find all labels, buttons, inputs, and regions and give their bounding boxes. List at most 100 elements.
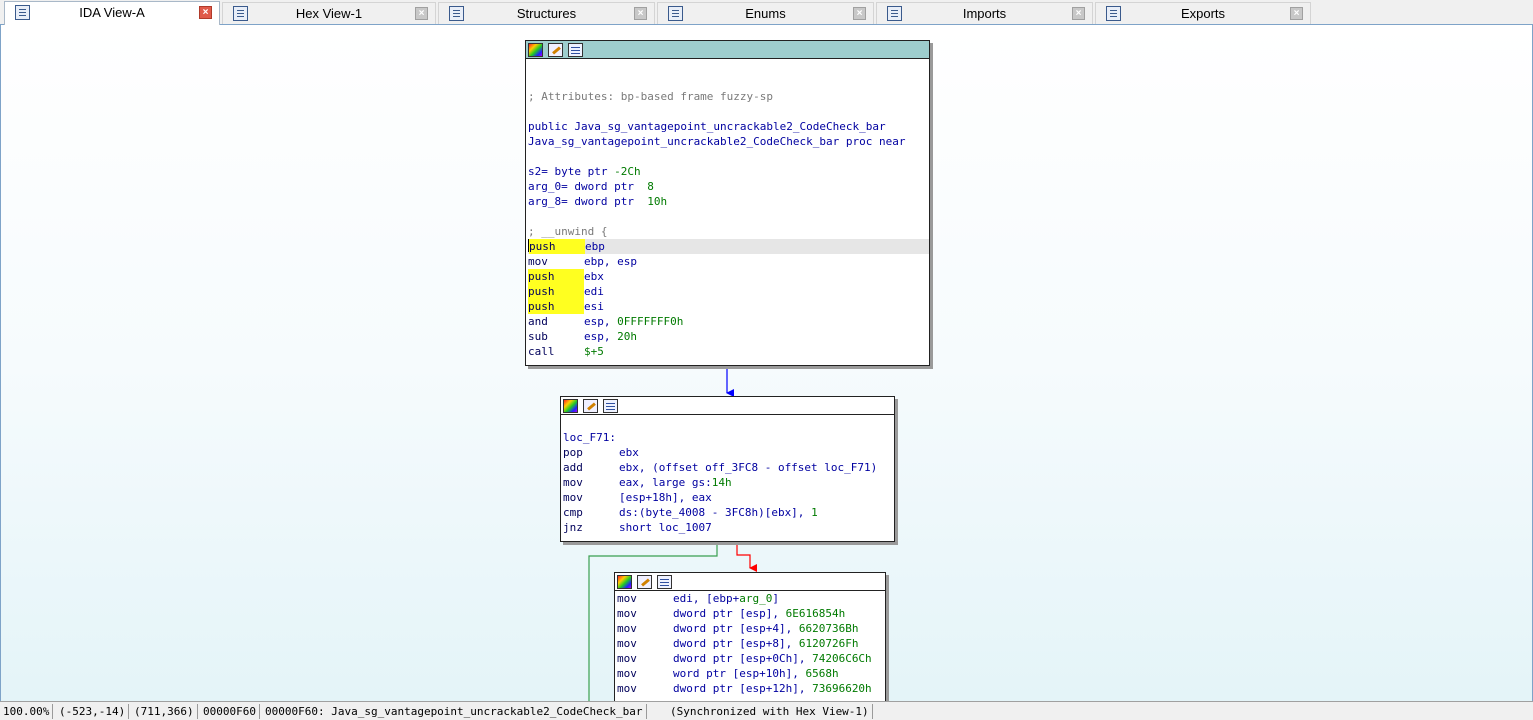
- var-def[interactable]: arg_8= dword ptr: [528, 195, 647, 208]
- operands[interactable]: ebx: [619, 446, 639, 459]
- operands[interactable]: ebx, (offset off_3FC8 - offset loc_F71): [619, 461, 877, 474]
- tab-hex-view-1[interactable]: Hex View-1 ×: [222, 2, 436, 24]
- disasm-line-selected[interactable]: push ebp: [528, 239, 929, 254]
- operands[interactable]: ds:(byte_4008 - 3FC8h)[ebx],: [619, 506, 811, 519]
- rename-pencil-icon[interactable]: [548, 43, 563, 57]
- disasm-line[interactable]: pop ebx: [563, 445, 894, 460]
- var-def[interactable]: s2= byte ptr: [528, 165, 614, 178]
- label-text[interactable]: Java_sg_vantagepoint_uncrackable2_CodeCh…: [528, 135, 906, 148]
- graph-node-function-entry[interactable]: ; Attributes: bp-based frame fuzzy-sp pu…: [525, 40, 930, 366]
- mnemonic[interactable]: push: [528, 299, 584, 314]
- disasm-line[interactable]: sub esp, 20h: [528, 329, 929, 344]
- disasm-line[interactable]: push esi: [528, 299, 929, 314]
- mnemonic[interactable]: mov: [617, 636, 673, 651]
- operands[interactable]: edi: [584, 285, 604, 298]
- color-palette-icon[interactable]: [617, 575, 632, 589]
- graph-list-icon[interactable]: [603, 399, 618, 413]
- tab-exports[interactable]: Exports ×: [1095, 2, 1311, 24]
- mnemonic[interactable]: sub: [528, 329, 584, 344]
- mnemonic[interactable]: mov: [617, 681, 673, 696]
- close-icon[interactable]: ×: [415, 7, 428, 20]
- operands[interactable]: ebp: [585, 240, 605, 253]
- graph-node-string-build[interactable]: mov edi, [ebp+arg_0] mov dword ptr [esp], …: [614, 572, 886, 701]
- disasm-line[interactable]: arg_0= dword ptr 8: [528, 179, 929, 194]
- mnemonic[interactable]: push: [528, 284, 584, 299]
- edge-block2-block3-taken[interactable]: [736, 542, 757, 572]
- disasm-line[interactable]: push edi: [528, 284, 929, 299]
- label-text[interactable]: loc_F71:: [563, 431, 616, 444]
- mnemonic[interactable]: cmp: [563, 505, 619, 520]
- close-icon[interactable]: ×: [1072, 7, 1085, 20]
- disasm-line[interactable]: mov word ptr [esp+10h], 6568h: [617, 666, 885, 681]
- tab-enums[interactable]: Enums ×: [657, 2, 874, 24]
- disasm-line[interactable]: mov [esp+18h], eax: [563, 490, 894, 505]
- disasm-line[interactable]: mov dword ptr [esp+4], 6620736Bh: [617, 621, 885, 636]
- disasm-line[interactable]: mov dword ptr [esp], 6E616854h: [617, 606, 885, 621]
- disasm-line[interactable]: call $+5: [528, 344, 929, 359]
- label-text[interactable]: public Java_sg_vantagepoint_uncrackable2…: [528, 120, 886, 133]
- disasm-line[interactable]: public Java_sg_vantagepoint_uncrackable2…: [528, 119, 929, 134]
- tab-structures[interactable]: Structures ×: [438, 2, 655, 24]
- close-icon[interactable]: ×: [199, 6, 212, 19]
- disasm-line[interactable]: mov dword ptr [esp+0Ch], 74206C6Ch: [617, 651, 885, 666]
- mnemonic[interactable]: push: [528, 269, 584, 284]
- operands[interactable]: dword ptr [esp+8],: [673, 637, 799, 650]
- mnemonic[interactable]: mov: [563, 490, 619, 505]
- mnemonic[interactable]: pop: [563, 445, 619, 460]
- rename-pencil-icon[interactable]: [583, 399, 598, 413]
- disasm-line[interactable]: mov ebp, esp: [528, 254, 929, 269]
- operand-number[interactable]: arg_0: [739, 592, 772, 605]
- operands[interactable]: eax, large gs:: [619, 476, 712, 489]
- mnemonic[interactable]: mov: [617, 591, 673, 606]
- operands[interactable]: short loc_1007: [619, 521, 712, 534]
- color-palette-icon[interactable]: [563, 399, 578, 413]
- mnemonic[interactable]: add: [563, 460, 619, 475]
- operands[interactable]: esp,: [584, 330, 617, 343]
- disasm-line[interactable]: mov eax, large gs:14h: [563, 475, 894, 490]
- mnemonic[interactable]: jnz: [563, 520, 619, 535]
- close-icon[interactable]: ×: [1290, 7, 1303, 20]
- mnemonic[interactable]: and: [528, 314, 584, 329]
- operands[interactable]: esi: [584, 300, 604, 313]
- disasm-line[interactable]: loc_F71:: [563, 430, 894, 445]
- disasm-line[interactable]: and esp, 0FFFFFFF0h: [528, 314, 929, 329]
- mnemonic[interactable]: mov: [563, 475, 619, 490]
- disasm-line[interactable]: arg_8= dword ptr 10h: [528, 194, 929, 209]
- disasm-line[interactable]: mov dword ptr [esp+8], 6120726Fh: [617, 636, 885, 651]
- color-palette-icon[interactable]: [528, 43, 543, 57]
- disasm-line[interactable]: add ebx, (offset off_3FC8 - offset loc_F7…: [563, 460, 894, 475]
- disasm-line[interactable]: s2= byte ptr -2Ch: [528, 164, 929, 179]
- operands[interactable]: edi, [ebp+: [673, 592, 739, 605]
- graph-node-loc-f71[interactable]: loc_F71: pop ebx add ebx, (offset off_3FC8…: [560, 396, 895, 542]
- disasm-line[interactable]: push ebx: [528, 269, 929, 284]
- mnemonic[interactable]: call: [528, 344, 584, 359]
- mnemonic[interactable]: push: [529, 239, 585, 254]
- graph-canvas[interactable]: ; Attributes: bp-based frame fuzzy-sp pu…: [0, 25, 1533, 701]
- graph-list-icon[interactable]: [568, 43, 583, 57]
- disasm-line[interactable]: mov edi, [ebp+arg_0]: [617, 591, 885, 606]
- operands[interactable]: ebp, esp: [584, 255, 637, 268]
- close-icon[interactable]: ×: [853, 7, 866, 20]
- mnemonic[interactable]: mov: [617, 651, 673, 666]
- mnemonic[interactable]: mov: [528, 254, 584, 269]
- operands[interactable]: dword ptr [esp+12h],: [673, 682, 812, 695]
- rename-pencil-icon[interactable]: [637, 575, 652, 589]
- disasm-line[interactable]: jnz short loc_1007: [563, 520, 894, 535]
- var-def[interactable]: arg_0= dword ptr: [528, 180, 647, 193]
- mnemonic[interactable]: mov: [617, 666, 673, 681]
- disasm-line[interactable]: mov dword ptr [esp+12h], 73696620h: [617, 681, 885, 696]
- operands[interactable]: [esp+18h], eax: [619, 491, 712, 504]
- disasm-line[interactable]: cmp ds:(byte_4008 - 3FC8h)[ebx], 1: [563, 505, 894, 520]
- operands[interactable]: ebx: [584, 270, 604, 283]
- tab-ida-view-a[interactable]: IDA View-A ×: [4, 1, 220, 25]
- operands[interactable]: esp,: [584, 315, 617, 328]
- mnemonic[interactable]: mov: [617, 606, 673, 621]
- tab-imports[interactable]: Imports ×: [876, 2, 1093, 24]
- operands[interactable]: dword ptr [esp+0Ch],: [673, 652, 812, 665]
- operands[interactable]: dword ptr [esp+4],: [673, 622, 799, 635]
- disasm-line[interactable]: Java_sg_vantagepoint_uncrackable2_CodeCh…: [528, 134, 929, 149]
- graph-list-icon[interactable]: [657, 575, 672, 589]
- operands[interactable]: dword ptr [esp],: [673, 607, 786, 620]
- operands[interactable]: word ptr [esp+10h],: [673, 667, 805, 680]
- mnemonic[interactable]: mov: [617, 621, 673, 636]
